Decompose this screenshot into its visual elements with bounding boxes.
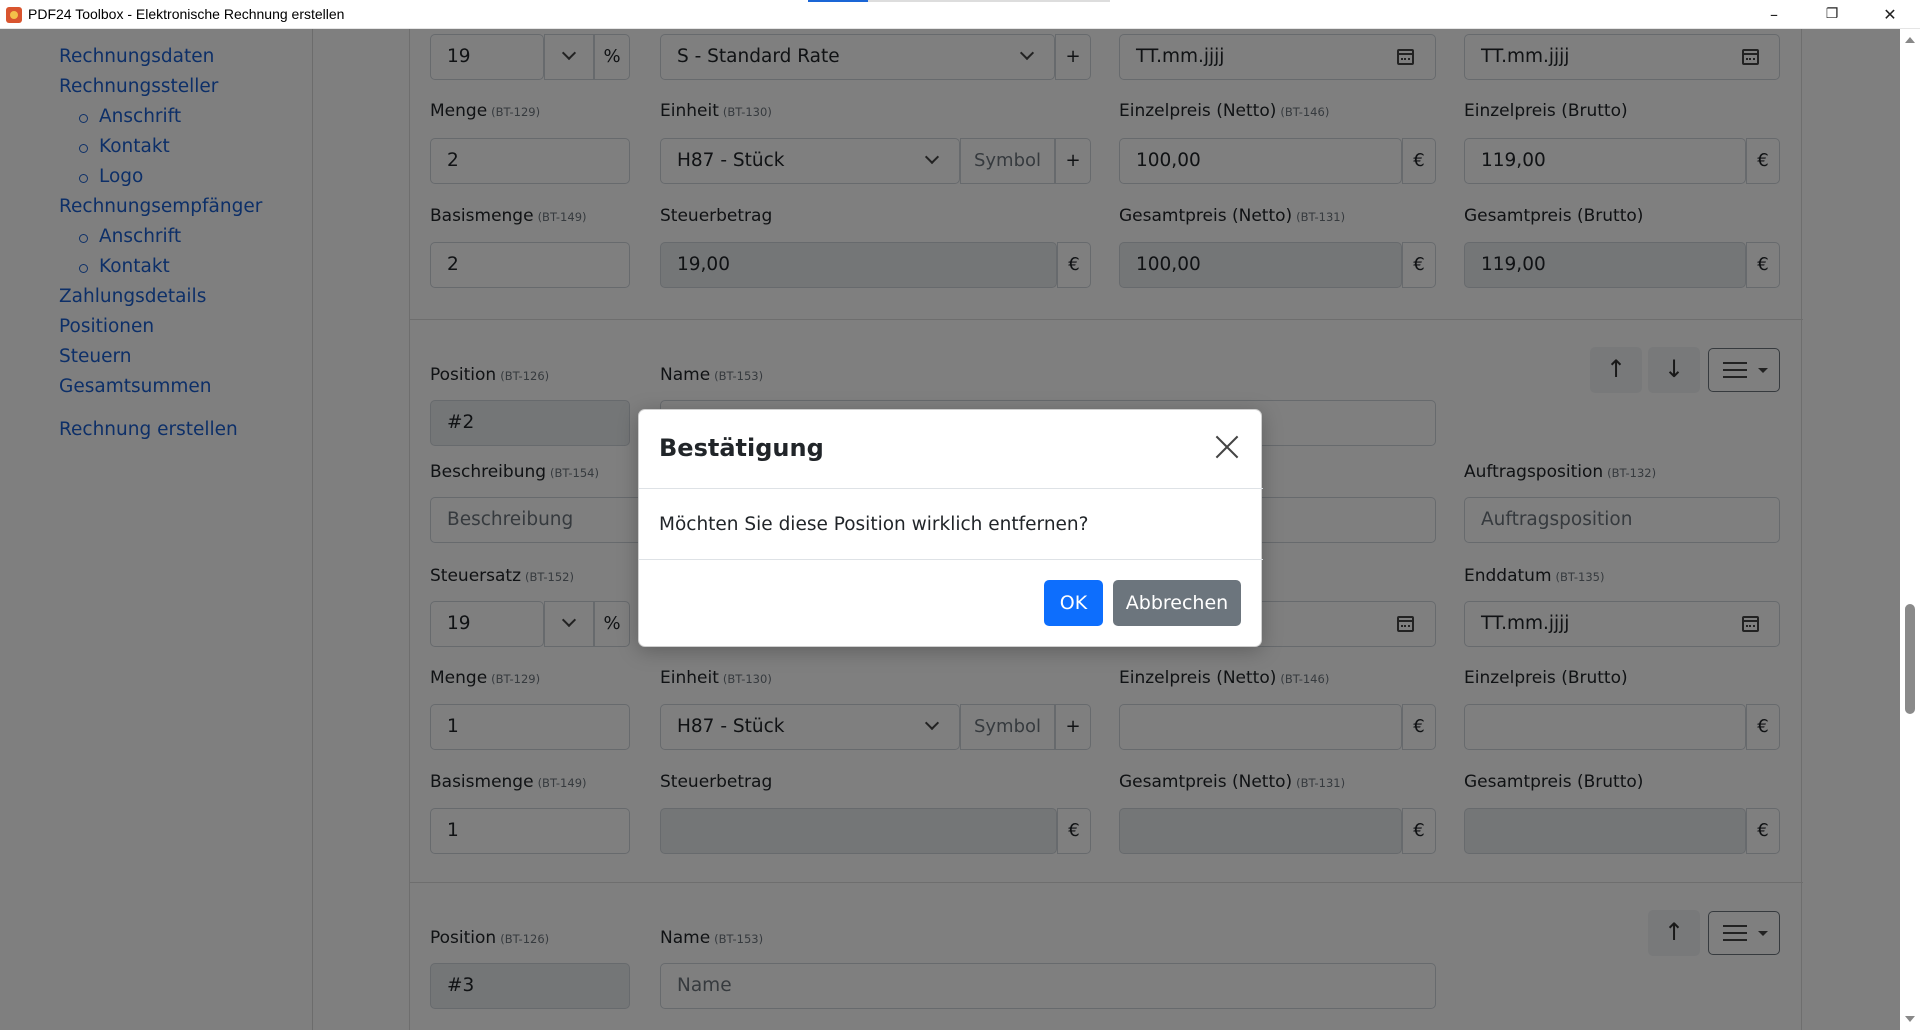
scroll-thumb[interactable] xyxy=(1905,604,1915,714)
minimize-button[interactable]: – xyxy=(1745,0,1803,29)
vertical-scrollbar[interactable] xyxy=(1900,29,1920,1030)
title-bar: PDF24 Toolbox - Elektronische Rechnung e… xyxy=(0,0,1920,29)
close-window-button[interactable]: ✕ xyxy=(1861,0,1919,29)
cancel-button[interactable]: Abbrechen xyxy=(1113,580,1241,626)
close-icon[interactable] xyxy=(1214,434,1240,460)
tab-track xyxy=(868,0,1110,2)
ok-button[interactable]: OK xyxy=(1044,580,1103,626)
confirmation-dialog: Bestätigung Möchten Sie diese Position w… xyxy=(638,409,1263,647)
maximize-button[interactable]: ❐ xyxy=(1803,0,1861,29)
scroll-down-arrow-icon[interactable] xyxy=(1905,1016,1915,1022)
window-title: PDF24 Toolbox - Elektronische Rechnung e… xyxy=(28,6,345,22)
dialog-message: Möchten Sie diese Position wirklich entf… xyxy=(659,514,1089,535)
pdf24-app-icon xyxy=(6,7,22,23)
dialog-header-divider xyxy=(639,488,1263,489)
scroll-up-arrow-icon[interactable] xyxy=(1905,37,1915,43)
dialog-title: Bestätigung xyxy=(659,434,824,462)
dialog-footer-divider xyxy=(639,559,1263,560)
tab-indicator xyxy=(808,0,868,2)
